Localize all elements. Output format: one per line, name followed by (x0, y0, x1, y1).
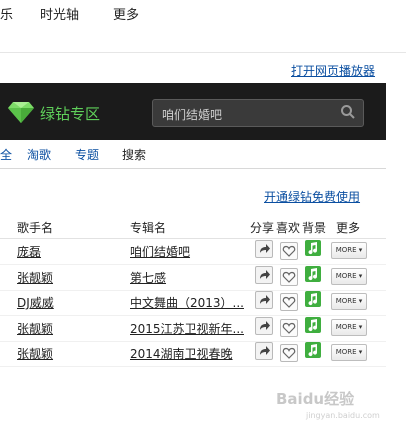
share-button[interactable] (255, 342, 273, 360)
heart-icon (282, 347, 296, 359)
search-icon[interactable] (340, 104, 356, 120)
header-share: 分享 (250, 221, 275, 235)
album-link[interactable]: 咱们结婚吧 (130, 243, 246, 260)
nav-item-music[interactable]: 乐 (0, 4, 13, 23)
more-label: MORE (335, 297, 357, 305)
more-dropdown-button[interactable]: MORE ▾ (331, 344, 367, 361)
share-button[interactable] (255, 317, 273, 335)
open-web-player-link[interactable]: 打开网页播放器 (291, 62, 375, 79)
more-dropdown-button[interactable]: MORE ▾ (331, 319, 367, 336)
music-note-icon (308, 242, 318, 255)
like-button[interactable] (280, 344, 298, 362)
share-button[interactable] (255, 291, 273, 309)
singer-link[interactable]: 张靓颖 (17, 345, 53, 362)
share-arrow-icon (260, 244, 270, 253)
open-green-diamond-link[interactable]: 开通绿钻免费使用 (264, 188, 360, 205)
heart-icon (282, 322, 296, 334)
more-label: MORE (335, 323, 357, 331)
album-link[interactable]: 2015江苏卫视新年... (130, 320, 246, 337)
nav-item-timeline[interactable]: 时光轴 (40, 4, 79, 23)
nav-item-more[interactable]: 更多 (113, 4, 139, 23)
like-button[interactable] (280, 268, 298, 286)
more-dropdown-button[interactable]: MORE ▾ (331, 293, 367, 310)
search-input[interactable]: 咱们结婚吧 (162, 106, 222, 123)
tab-bar (0, 140, 386, 169)
background-music-button[interactable] (305, 266, 321, 282)
share-arrow-icon (260, 346, 270, 355)
share-button[interactable] (255, 240, 273, 258)
tab-search[interactable]: 搜索 (122, 146, 146, 163)
tab-topic[interactable]: 专题 (75, 146, 99, 163)
green-zone-title: 绿钻专区 (40, 105, 101, 123)
album-link[interactable]: 2014湖南卫视春晚 (130, 345, 246, 362)
share-arrow-icon (260, 321, 270, 330)
more-label: MORE (335, 348, 357, 356)
header-singer: 歌手名 (17, 221, 54, 235)
watermark-logo: Baidu经验 (276, 390, 355, 408)
album-link[interactable]: 中文舞曲（2013）... (130, 294, 246, 311)
heart-icon (282, 271, 296, 283)
music-note-icon (308, 344, 318, 357)
share-button[interactable] (255, 266, 273, 284)
background-music-button[interactable] (305, 317, 321, 333)
header-like: 喜欢 (276, 221, 301, 235)
heart-icon (282, 296, 296, 308)
singer-link[interactable]: 张靓颖 (17, 269, 53, 286)
music-note-icon (308, 268, 318, 281)
diamond-icon (8, 102, 34, 123)
nav-divider (0, 52, 406, 53)
tab-all[interactable]: 全 (0, 146, 12, 163)
like-button[interactable] (280, 293, 298, 311)
like-button[interactable] (280, 319, 298, 337)
heart-icon (282, 245, 296, 257)
music-note-icon (308, 319, 318, 332)
music-note-icon (308, 293, 318, 306)
like-button[interactable] (280, 242, 298, 260)
background-music-button[interactable] (305, 342, 321, 358)
singer-link[interactable]: 张靓颖 (17, 320, 53, 337)
album-link[interactable]: 第七感 (130, 269, 246, 286)
header-background: 背景 (302, 221, 327, 235)
more-label: MORE (335, 272, 357, 280)
more-label: MORE (335, 246, 357, 254)
singer-link[interactable]: 庞磊 (17, 243, 41, 260)
header-more: 更多 (336, 221, 361, 235)
more-dropdown-button[interactable]: MORE ▾ (331, 242, 367, 259)
share-arrow-icon (260, 270, 270, 279)
background-music-button[interactable] (305, 240, 321, 256)
more-dropdown-button[interactable]: MORE ▾ (331, 268, 367, 285)
table-header (0, 214, 386, 239)
singer-link[interactable]: DJ威威 (17, 294, 54, 311)
top-nav: 乐 时光轴 更多 (0, 0, 406, 30)
tab-taoge[interactable]: 淘歌 (27, 146, 51, 163)
background-music-button[interactable] (305, 291, 321, 307)
watermark-url: jingyan.baidu.com (306, 411, 380, 420)
header-album: 专辑名 (130, 221, 167, 235)
share-arrow-icon (260, 295, 270, 304)
